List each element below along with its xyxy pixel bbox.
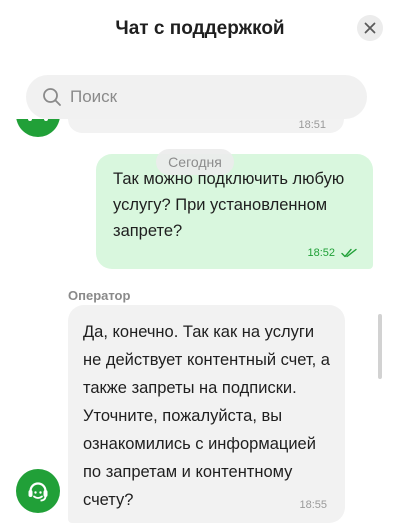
previous-message-bubble: 18:51 xyxy=(68,119,344,133)
message-text: Так можно подключить любую услугу? При у… xyxy=(113,170,345,240)
message-meta: 18:52 xyxy=(307,247,357,259)
support-agent-icon xyxy=(28,482,48,502)
scrollbar-thumb[interactable] xyxy=(378,314,382,379)
message-time: 18:55 xyxy=(299,499,327,511)
date-separator: Сегодня xyxy=(156,149,234,175)
chat-area[interactable]: 18:51 Так можно подключить любую услугу?… xyxy=(0,119,400,523)
double-check-icon xyxy=(341,248,357,258)
outgoing-message-bubble[interactable]: Так можно подключить любую услугу? При у… xyxy=(96,154,373,269)
message-time: 18:52 xyxy=(307,247,335,259)
message-time: 18:51 xyxy=(298,119,326,131)
search-icon xyxy=(43,88,61,106)
support-agent-icon xyxy=(28,119,48,121)
operator-avatar xyxy=(16,469,60,513)
header: Чат с поддержкой xyxy=(0,0,400,58)
message-text: Да, конечно. Так как на услуги не действ… xyxy=(83,323,330,509)
incoming-message-bubble[interactable]: Да, конечно. Так как на услуги не действ… xyxy=(68,305,345,523)
search-bar[interactable] xyxy=(26,75,367,119)
search-input[interactable] xyxy=(70,87,330,107)
operator-avatar xyxy=(16,119,60,137)
close-icon xyxy=(364,22,376,34)
page-title: Чат с поддержкой xyxy=(115,18,285,39)
message-sender: Оператор xyxy=(68,288,131,303)
close-button[interactable] xyxy=(357,15,383,41)
